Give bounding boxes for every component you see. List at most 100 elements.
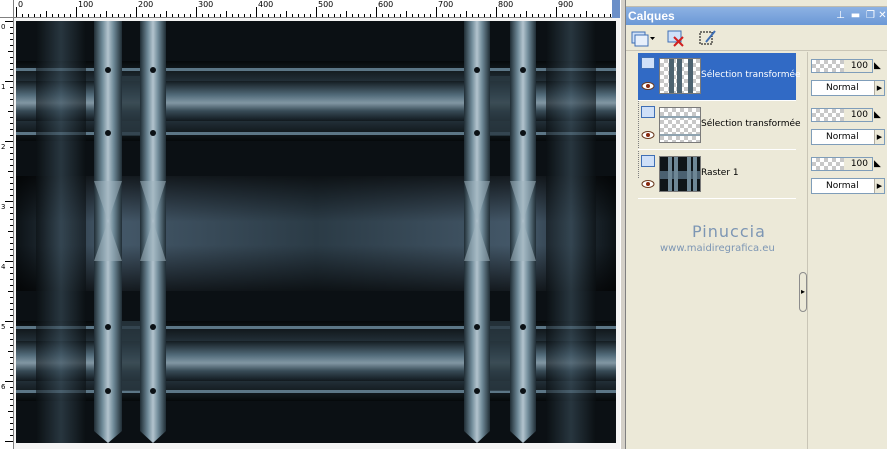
ruler-tick	[94, 14, 95, 17]
ruler-tick	[310, 14, 311, 17]
ruler-tick	[10, 333, 13, 334]
ruler-tick	[178, 14, 179, 17]
ruler-tick	[172, 14, 173, 17]
ruler-tick	[10, 63, 13, 64]
ruler-tick	[286, 11, 287, 17]
ruler-tick	[22, 14, 23, 17]
ruler-tick	[154, 14, 155, 17]
ruler-tick	[112, 14, 113, 17]
ruler-tick	[10, 297, 13, 298]
layer-thumbnail-art	[669, 59, 693, 93]
ruler-tick	[10, 369, 13, 370]
blend-mode-select[interactable]: Normal ▶	[811, 80, 885, 96]
layer-visibility-toggle[interactable]	[641, 155, 655, 167]
ruler-tick	[520, 14, 521, 17]
ruler-tick	[5, 321, 13, 322]
blend-dropdown-icon[interactable]: ▶	[874, 130, 884, 144]
blend-dropdown-icon[interactable]: ▶	[874, 179, 884, 193]
ruler-tick	[28, 14, 29, 17]
ruler-top-label: 800	[498, 0, 514, 9]
ruler-tick	[190, 14, 191, 17]
layer-visibility-toggle[interactable]	[641, 57, 655, 69]
ruler-tick	[256, 7, 257, 17]
ruler-tick	[100, 14, 101, 17]
ruler-tick	[34, 14, 35, 17]
ruler-tick	[460, 14, 461, 17]
ruler-tick	[412, 14, 413, 17]
opacity-arrow-icon[interactable]: ◣	[874, 157, 884, 171]
ruler-tick	[454, 14, 455, 17]
ruler-top-label: 900	[558, 0, 574, 9]
ruler-tick	[376, 7, 377, 17]
ruler-tick	[364, 14, 365, 17]
ruler-tick	[244, 14, 245, 17]
ruler-tick	[496, 7, 497, 17]
opacity-slider[interactable]: 100	[811, 59, 873, 73]
ruler-tick	[10, 219, 13, 220]
opacity-value: 100	[850, 61, 868, 71]
ruler-corner	[0, 0, 14, 18]
ruler-tick	[10, 129, 13, 130]
ruler-top: 0 100 200 300 400 500 600 700 800 900	[14, 0, 620, 18]
ruler-tick	[10, 117, 13, 118]
ruler-tick	[10, 237, 13, 238]
pin-icon[interactable]: ⊥	[834, 9, 847, 22]
eye-icon[interactable]	[641, 130, 655, 140]
ruler-tick	[430, 14, 431, 17]
ruler-tick	[262, 14, 263, 17]
ruler-left-label: 6	[1, 383, 6, 391]
minimize-icon[interactable]: ▬	[849, 9, 862, 22]
ruler-top-label: 600	[378, 0, 394, 9]
delete-layer-button[interactable]	[666, 28, 686, 48]
ruler-tick	[10, 375, 13, 376]
layer-visibility-toggle[interactable]	[641, 106, 655, 118]
ruler-tick	[5, 21, 13, 22]
layer-thumbnail	[659, 107, 701, 143]
opacity-checker	[812, 109, 844, 121]
opacity-arrow-icon[interactable]: ◣	[874, 59, 884, 73]
ruler-tick	[424, 14, 425, 17]
opacity-slider[interactable]: 100	[811, 108, 873, 122]
ruler-top-label: 300	[198, 0, 214, 9]
panel-collapse-handle[interactable]: ▸	[799, 272, 807, 312]
ruler-tick	[586, 11, 587, 17]
ruler-tick	[10, 417, 13, 418]
ruler-tick	[136, 7, 137, 17]
watermark-url: www.maidiregrafica.eu	[660, 243, 775, 254]
ruler-tick	[10, 123, 13, 124]
ruler-tick	[10, 45, 13, 46]
ruler-tick	[10, 273, 13, 274]
window-scroll-corner	[612, 0, 620, 18]
ruler-tick	[10, 405, 13, 406]
ruler-left-label: 0	[1, 23, 6, 31]
edit-selection-button[interactable]	[698, 28, 718, 48]
layer-row[interactable]: Sélection transformée	[638, 102, 801, 150]
layer-row[interactable]: Raster 1	[638, 151, 796, 199]
edit-selection-icon	[699, 30, 716, 45]
new-layer-button[interactable]	[630, 28, 656, 48]
eye-icon[interactable]	[641, 81, 655, 91]
layer-row[interactable]: Sélection transformée	[638, 53, 801, 101]
blend-dropdown-icon[interactable]: ▶	[874, 81, 884, 95]
panel-title-bar: Calques	[626, 7, 887, 25]
opacity-slider[interactable]: 100	[811, 157, 873, 171]
blend-mode-select[interactable]: Normal ▶	[811, 178, 885, 194]
image-canvas[interactable]	[16, 21, 616, 443]
delete-layer-icon	[667, 30, 684, 47]
ruler-tick	[10, 399, 13, 400]
ruler-tick	[562, 14, 563, 17]
blend-mode-value: Normal	[826, 181, 859, 191]
eye-icon[interactable]	[641, 179, 655, 189]
ruler-left-label: 4	[1, 263, 6, 271]
opacity-arrow-icon[interactable]: ◣	[874, 108, 884, 122]
ruler-tick	[340, 14, 341, 17]
ruler-tick	[580, 14, 581, 17]
ruler-tick	[280, 14, 281, 17]
ruler-tick	[202, 14, 203, 17]
blend-mode-select[interactable]: Normal ▶	[811, 129, 885, 145]
ruler-tick	[52, 14, 53, 17]
ruler-tick	[502, 14, 503, 17]
ruler-tick	[10, 183, 13, 184]
close-icon[interactable]: ✕	[876, 9, 887, 22]
ruler-left: 0 1 2 3 4 5 6	[0, 18, 14, 449]
